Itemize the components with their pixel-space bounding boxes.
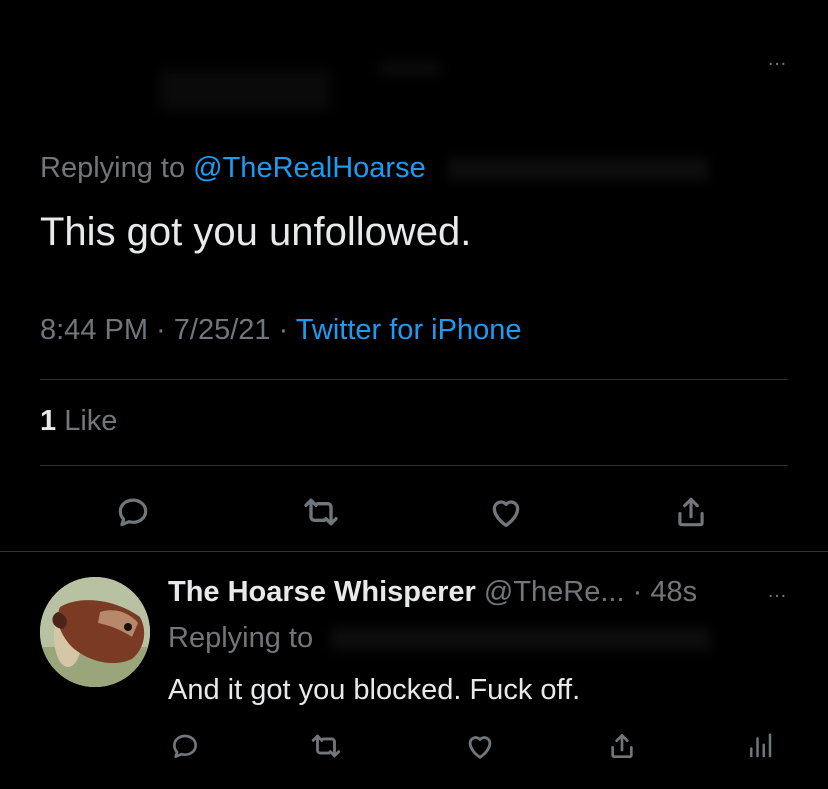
avatar[interactable]: [40, 577, 150, 687]
likes-count[interactable]: 1 Like: [40, 405, 117, 438]
reply-replying-to-label: Replying to: [168, 622, 314, 654]
like-icon[interactable]: [484, 490, 528, 534]
divider: [40, 465, 788, 466]
reply-text: And it got you blocked. Fuck off.: [168, 674, 581, 706]
retweet-icon[interactable]: [299, 490, 343, 534]
more-options-icon[interactable]: …: [767, 48, 788, 71]
reply-icon[interactable]: [111, 490, 155, 534]
divider: [40, 379, 788, 380]
reply-author-name[interactable]: The Hoarse Whisperer: [168, 576, 476, 608]
like-count-number: 1: [40, 405, 57, 437]
tweet-divider: [0, 551, 828, 552]
reply-separator: ·: [624, 576, 651, 608]
tweet-date: 7/25/21: [173, 314, 271, 346]
like-count-label: Like: [64, 405, 118, 437]
tweet-meta: 8:44 PM · 7/25/21 · Twitter for iPhone: [40, 314, 521, 347]
like-icon[interactable]: [458, 724, 502, 768]
reply-more-icon[interactable]: …: [767, 580, 788, 603]
tweet-source[interactable]: Twitter for iPhone: [296, 314, 522, 346]
reply-header: The Hoarse Whisperer @TheRe... · 48s: [168, 576, 697, 609]
share-icon[interactable]: [669, 490, 713, 534]
replying-to-label: Replying to: [40, 152, 186, 184]
replying-to-line: Replying to @TheRealHoarse: [40, 152, 708, 185]
retweet-icon[interactable]: [304, 724, 348, 768]
tweet-actions: [0, 490, 828, 534]
reply-icon[interactable]: [163, 724, 207, 768]
tweet-text: This got you unfollowed.: [40, 210, 472, 254]
redacted-handles: [331, 627, 712, 652]
redacted-author-handle: [380, 62, 440, 76]
tweet-time: 8:44 PM: [40, 314, 148, 346]
analytics-icon[interactable]: [738, 724, 782, 768]
reply-replying-to-line: Replying to: [168, 622, 712, 655]
reply-actions: [0, 724, 828, 768]
replying-to-handle[interactable]: @TheRealHoarse: [193, 152, 426, 184]
meta-separator: ·: [148, 314, 174, 346]
share-icon[interactable]: [600, 724, 644, 768]
reply-author-handle[interactable]: @TheRe...: [484, 576, 625, 608]
redacted-author-name: [160, 70, 330, 110]
redacted-handles: [447, 157, 708, 182]
meta-separator: ·: [270, 314, 296, 346]
reply-time: 48s: [650, 576, 698, 608]
